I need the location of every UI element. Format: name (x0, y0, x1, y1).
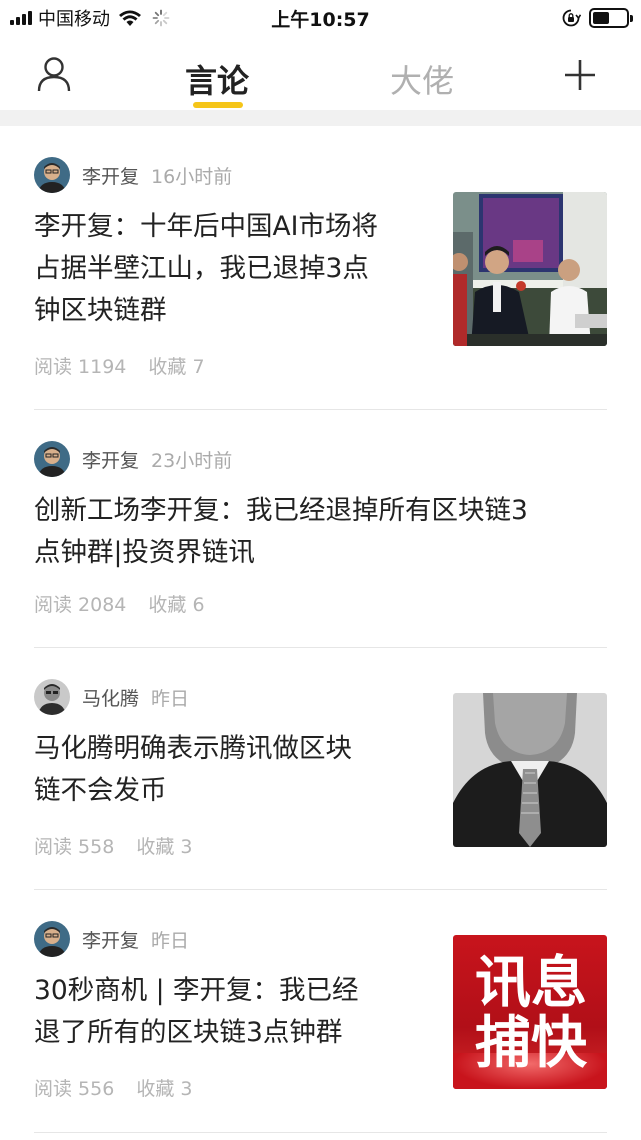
active-tab-indicator (193, 102, 243, 108)
thumbnail-caption: 讯息 (475, 950, 587, 1016)
article-thumbnail[interactable] (453, 192, 607, 346)
article-card[interactable]: 马化腾 昨日 马化腾明确表示腾讯做区块 链不会发币 阅读 558 收藏 3 (0, 648, 641, 890)
article-stats: 阅读 558 收藏 3 (34, 832, 192, 859)
author-row: 李开复 16小时前 (34, 157, 232, 193)
rotation-lock-icon (562, 9, 581, 27)
article-thumbnail[interactable] (453, 693, 607, 847)
article-card[interactable]: 李开复 23小时前 创新工场李开复：我已经退掉所有区块链3 点钟群|投资界链讯 … (0, 410, 641, 648)
article-title[interactable]: 创新工场李开复：我已经退掉所有区块链3 点钟群|投资界链讯 (34, 490, 528, 574)
author-name[interactable]: 马化腾 (82, 684, 139, 711)
article-title[interactable]: 马化腾明确表示腾讯做区块 链不会发币 (34, 728, 352, 812)
article-card[interactable]: 李开复 16小时前 李开复：十年后中国AI市场将 占据半壁江山，我已退掉3点 钟… (0, 126, 641, 410)
article-thumbnail[interactable]: 讯息 捕快 (453, 935, 607, 1089)
read-count: 阅读 556 (34, 1078, 115, 1100)
battery-icon (589, 8, 633, 28)
article-stats: 阅读 1194 收藏 7 (34, 352, 205, 379)
favorite-count: 收藏 3 (136, 836, 193, 858)
author-row: 马化腾 昨日 (34, 679, 189, 715)
author-avatar[interactable] (34, 921, 70, 957)
user-profile-icon[interactable] (34, 54, 74, 94)
article-title[interactable]: 李开复：十年后中国AI市场将 占据半壁江山，我已退掉3点 钟区块链群 (34, 206, 378, 332)
article-title-line: 李开复：十年后中国AI市场将 (34, 211, 378, 242)
post-time: 昨日 (151, 929, 190, 952)
author-row: 李开复 23小时前 (34, 441, 232, 477)
post-time: 16小时前 (151, 165, 233, 188)
author-avatar[interactable] (34, 441, 70, 477)
article-stats: 阅读 2084 收藏 6 (34, 590, 205, 617)
author-name[interactable]: 李开复 (82, 446, 139, 473)
status-time: 上午10:57 (271, 9, 370, 31)
article-title-line: 马化腾明确表示腾讯做区块 (34, 733, 352, 764)
author-name[interactable]: 李开复 (82, 162, 139, 189)
tab-big-shots[interactable]: 大佬 (390, 56, 454, 102)
article-title[interactable]: 30秒商机 | 李开复：我已经 退了所有的区块链3点钟群 (34, 970, 359, 1054)
tab-opinions[interactable]: 言论 (185, 56, 249, 102)
article-title-line: 钟区块链群 (34, 295, 167, 326)
status-right (561, 6, 633, 30)
favorite-count: 收藏 3 (136, 1078, 193, 1100)
top-nav: 言论 大佬 (0, 36, 641, 110)
post-time: 23小时前 (151, 449, 233, 472)
favorite-count: 收藏 7 (148, 356, 205, 378)
article-title-line: 退了所有的区块链3点钟群 (34, 1017, 343, 1048)
article-title-line: 点钟群|投资界链讯 (34, 537, 255, 568)
article-stats: 阅读 556 收藏 3 (34, 1074, 192, 1101)
article-title-line: 创新工场李开复：我已经退掉所有区块链3 (34, 495, 528, 526)
divider (34, 1132, 607, 1133)
article-title-line: 链不会发币 (34, 775, 167, 806)
header-separator (0, 110, 641, 126)
favorite-count: 收藏 6 (148, 594, 205, 616)
thumbnail-caption: 捕快 (475, 1010, 587, 1076)
author-avatar[interactable] (34, 679, 70, 715)
article-title-line: 30秒商机 | 李开复：我已经 (34, 975, 359, 1006)
author-avatar[interactable] (34, 157, 70, 193)
status-bar: 中国移动 上午10:57 (0, 0, 641, 36)
article-title-line: 占据半壁江山，我已退掉3点 (34, 253, 369, 284)
read-count: 阅读 558 (34, 836, 115, 858)
author-name[interactable]: 李开复 (82, 926, 139, 953)
read-count: 阅读 1194 (34, 356, 127, 378)
add-icon[interactable] (563, 58, 597, 92)
author-row: 李开复 昨日 (34, 921, 189, 957)
battery-level (593, 12, 610, 24)
post-time: 昨日 (151, 687, 190, 710)
article-card[interactable]: 李开复 昨日 30秒商机 | 李开复：我已经 退了所有的区块链3点钟群 阅读 5… (0, 890, 641, 1140)
read-count: 阅读 2084 (34, 594, 127, 616)
